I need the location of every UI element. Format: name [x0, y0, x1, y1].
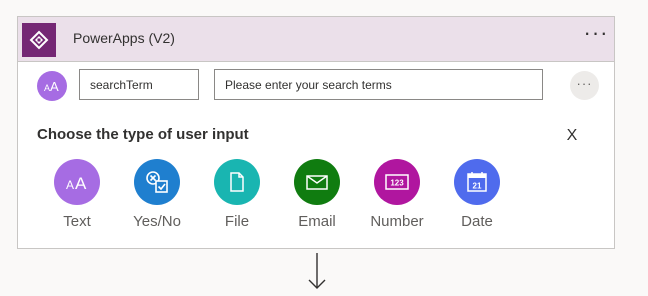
powerapps-logo-icon — [22, 23, 56, 57]
text-icon: A A — [54, 159, 100, 205]
trigger-card: PowerApps (V2) ··· A A ··· Choose the ty… — [17, 16, 615, 249]
input-type-file-label: File — [224, 213, 250, 230]
parameter-description-input[interactable] — [214, 69, 543, 100]
input-type-email-label: Email — [298, 213, 336, 230]
svg-text:123: 123 — [390, 179, 404, 188]
svg-text:A: A — [50, 79, 59, 93]
trigger-title: PowerApps (V2) — [73, 30, 175, 46]
card-more-options-button[interactable]: ··· — [583, 22, 609, 50]
input-type-text[interactable]: A A Text — [36, 159, 116, 239]
input-type-yes-no-label: Yes/No — [133, 213, 181, 230]
input-type-text-label: Text — [63, 213, 91, 230]
input-type-number[interactable]: 123 Number — [356, 159, 436, 239]
input-type-file[interactable]: File — [196, 159, 276, 239]
svg-text:A: A — [75, 174, 87, 192]
card-header[interactable]: PowerApps (V2) ··· — [18, 17, 614, 62]
input-type-yes-no[interactable]: Yes/No — [116, 159, 196, 239]
svg-text:21: 21 — [473, 182, 482, 191]
file-icon — [214, 159, 260, 205]
arrow-down-icon — [305, 251, 329, 291]
input-type-heading: Choose the type of user input — [37, 126, 249, 143]
input-type-options: A A Text Yes/No File Email 123 Number 21… — [18, 159, 614, 239]
parameter-name-input[interactable] — [79, 69, 199, 100]
yes-no-icon — [134, 159, 180, 205]
date-icon: 21 — [454, 159, 500, 205]
input-type-date-label: Date — [461, 213, 493, 230]
close-input-panel-button[interactable]: X — [564, 127, 580, 147]
number-icon: 123 — [374, 159, 420, 205]
input-type-date[interactable]: 21 Date — [436, 159, 516, 239]
input-type-email[interactable]: Email — [276, 159, 356, 239]
parameter-more-options-button[interactable]: ··· — [570, 71, 599, 100]
text-parameter-icon: A A — [37, 71, 67, 101]
svg-text:A: A — [66, 178, 74, 192]
input-type-number-label: Number — [370, 213, 424, 230]
email-icon — [294, 159, 340, 205]
